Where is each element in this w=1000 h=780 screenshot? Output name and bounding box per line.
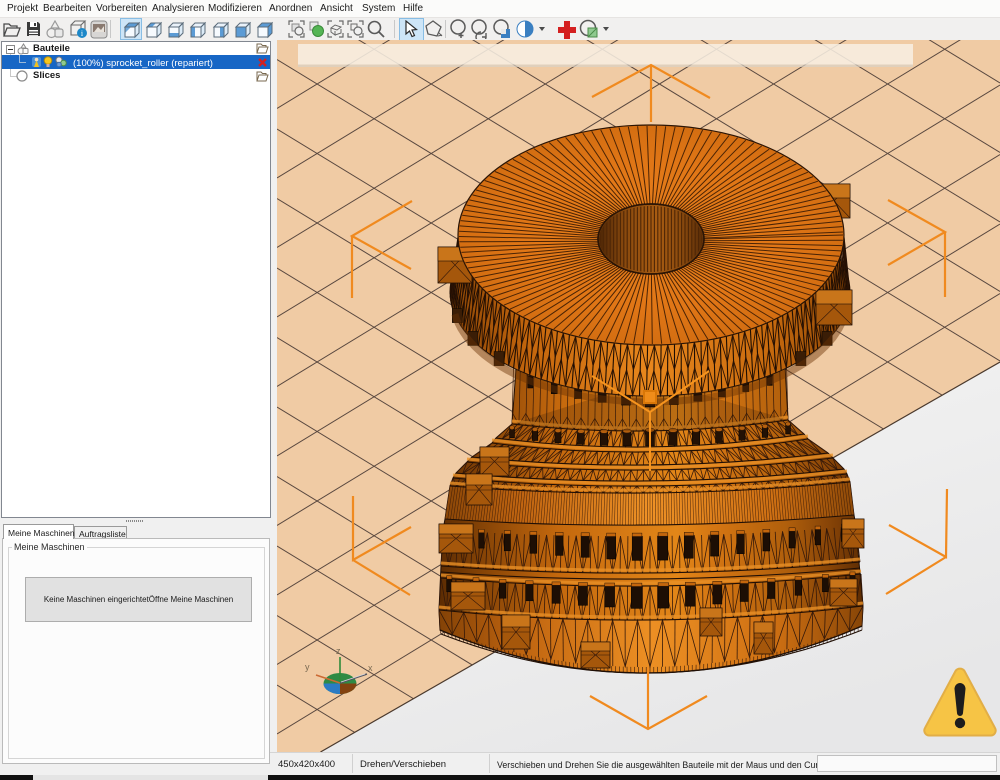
svg-text:y: y [305,662,310,672]
svg-text:x: x [368,663,373,673]
svg-text:z: z [336,646,341,656]
